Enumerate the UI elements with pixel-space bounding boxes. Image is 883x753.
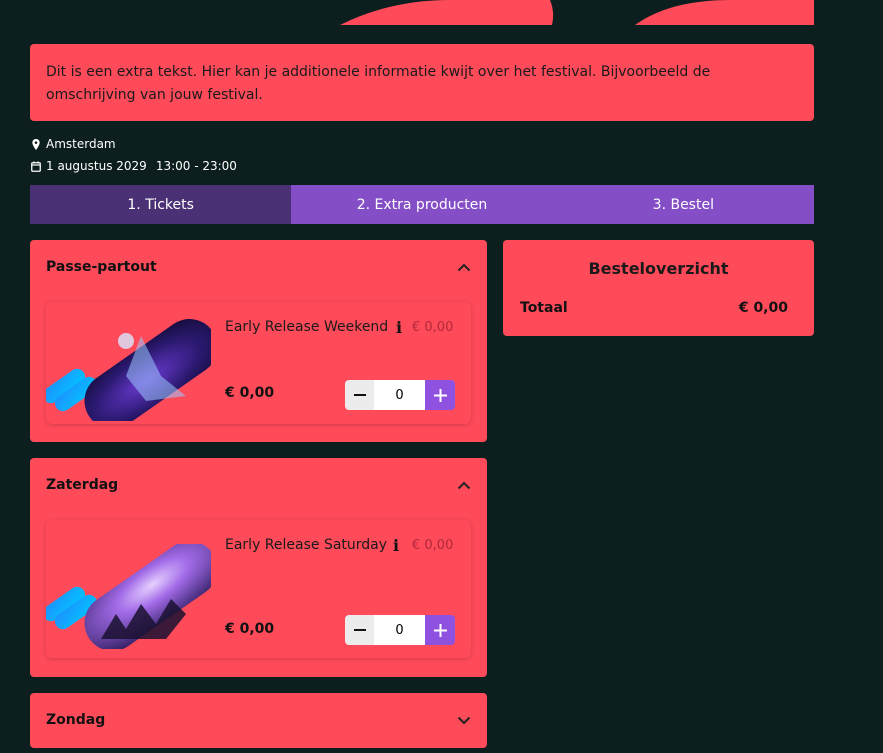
ticket-original-price: € 0,00	[412, 538, 454, 553]
event-time-text: 13:00 - 23:00	[155, 159, 237, 173]
quantity-input[interactable]	[374, 380, 425, 410]
event-date-text: 1 augustus 2029	[46, 159, 147, 173]
event-location-text: Amsterdam	[46, 137, 116, 151]
checkout-steps: 1. Tickets 2. Extra producten 3. Bestel	[30, 185, 814, 224]
order-summary: Besteloverzicht Totaal € 0,00	[503, 240, 814, 336]
quantity-stepper	[345, 380, 455, 410]
calendar-icon	[31, 161, 41, 172]
festival-description-text: Dit is een extra tekst. Hier kan je addi…	[46, 64, 711, 103]
info-icon[interactable]: i	[396, 318, 402, 337]
total-value: € 0,00	[738, 300, 788, 316]
chevron-down-icon[interactable]	[457, 716, 471, 725]
festival-description: Dit is een extra tekst. Hier kan je addi…	[30, 44, 814, 121]
chevron-up-icon[interactable]	[457, 263, 471, 272]
map-pin-icon	[31, 138, 41, 150]
section-header-zondag[interactable]: Zondag	[30, 693, 487, 747]
minus-icon[interactable]	[345, 615, 374, 645]
event-date: 1 augustus 2029 13:00 - 23:00	[31, 159, 237, 173]
total-label: Totaal	[520, 300, 568, 316]
chevron-up-icon[interactable]	[457, 481, 471, 490]
section-title: Zaterdag	[46, 477, 119, 493]
ticket-card: Early Release Weekend i € 0,00 € 0,00	[42, 302, 471, 429]
section-title: Passe-partout	[46, 259, 157, 275]
section-passe-partout: Passe-partout Early Release Weekend i € …	[30, 240, 487, 442]
ticket-name: Early Release Weekend	[225, 319, 389, 335]
plus-icon[interactable]	[425, 615, 455, 645]
minus-icon[interactable]	[345, 380, 374, 410]
info-icon[interactable]: i	[393, 536, 399, 555]
section-zondag: Zondag	[30, 693, 487, 748]
hero-banner	[30, 0, 814, 25]
event-location: Amsterdam	[31, 137, 116, 151]
ticket-image	[42, 541, 218, 653]
order-summary-title: Besteloverzicht	[588, 259, 729, 278]
section-zaterdag: Zaterdag Early Release Saturday i € 0,00…	[30, 458, 487, 677]
section-header-zaterdag[interactable]: Zaterdag	[30, 458, 487, 512]
ticket-image	[42, 316, 218, 429]
ticket-price: € 0,00	[225, 621, 275, 637]
step-tickets[interactable]: 1. Tickets	[30, 185, 292, 224]
section-header-passe-partout[interactable]: Passe-partout	[30, 240, 487, 294]
quantity-input[interactable]	[374, 615, 425, 645]
ticket-original-price: € 0,00	[412, 320, 454, 335]
ticket-card: Early Release Saturday i € 0,00 € 0,00	[42, 520, 471, 658]
ticket-price: € 0,00	[225, 385, 275, 401]
step-order[interactable]: 3. Bestel	[553, 185, 814, 224]
section-title: Zondag	[46, 712, 106, 728]
step-extra-products[interactable]: 2. Extra producten	[291, 185, 552, 224]
plus-icon[interactable]	[425, 380, 455, 410]
quantity-stepper	[345, 615, 455, 645]
ticket-name: Early Release Saturday	[225, 537, 388, 553]
